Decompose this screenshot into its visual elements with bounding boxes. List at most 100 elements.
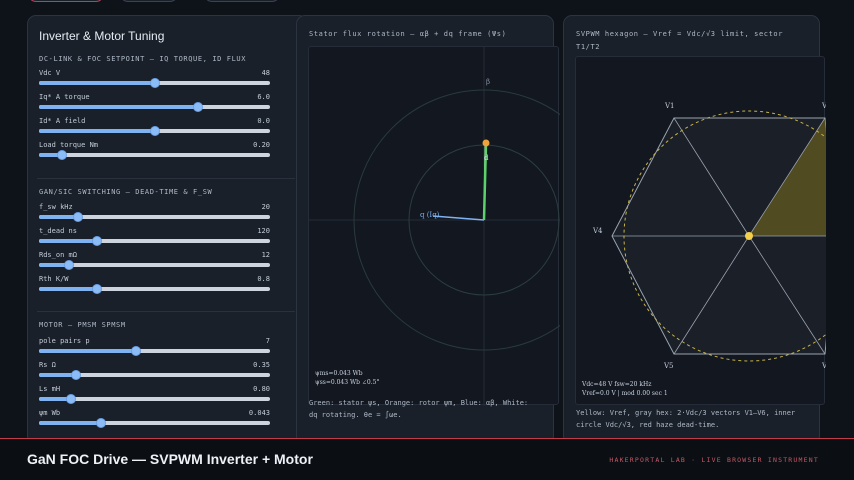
vector-label-v1: V1 — [664, 102, 675, 110]
rotor-flux-tip — [482, 139, 490, 147]
vector-label-v2: V2 — [821, 102, 826, 110]
param-value: 0.0 — [257, 117, 270, 125]
slider-track[interactable] — [39, 260, 270, 270]
param-psi-m[interactable]: ψm Wb 0.043 — [39, 409, 270, 431]
flux-plot-canvas[interactable]: β d q (Iq) ψms=0.043 Wb ψss=0.043 Wb ∠0.… — [308, 46, 560, 406]
slider-thumb[interactable] — [73, 212, 84, 222]
plot-title: Stator flux rotation — αβ + dq frame (Ψs… — [309, 30, 507, 38]
divider — [37, 178, 295, 179]
param-load-torque[interactable]: Load torque Nm 0.20 — [39, 141, 270, 163]
flux-caption: Green: stator ψs, Orange: rotor ψm, Blue… — [309, 399, 529, 419]
slider-thumb[interactable] — [91, 284, 102, 294]
slider-thumb[interactable] — [91, 236, 102, 246]
param-label: pole pairs p — [39, 337, 90, 345]
param-label: Ls mH — [39, 385, 61, 393]
param-rth[interactable]: Rth K/W 0.8 — [39, 275, 270, 297]
param-label: Rth K/W — [39, 275, 69, 283]
vref-marker — [745, 232, 753, 240]
slider-thumb[interactable] — [96, 418, 107, 428]
param-ls[interactable]: Ls mH 0.80 — [39, 385, 270, 407]
flux-readout-line: ψss=0.043 Wb ∠0.5° — [315, 379, 380, 386]
flux-readout: ψms=0.043 Wb ψss=0.043 Wb ∠0.5° — [315, 369, 379, 387]
param-label: f_sw kHz — [39, 203, 73, 211]
svpwm-plot-svg: V1 V2 V4 V5 V6 — [592, 102, 826, 370]
param-value: 12 — [261, 251, 270, 259]
slider-track[interactable] — [39, 150, 270, 160]
panel-title: Inverter & Motor Tuning — [39, 29, 165, 43]
param-value: 48 — [261, 69, 270, 77]
slider-track[interactable] — [39, 284, 270, 294]
flux-plot-svg: β d q (Iq) — [309, 47, 560, 406]
param-label: ψm Wb — [39, 409, 61, 417]
param-value: 20 — [261, 203, 270, 211]
param-value: 0.80 — [253, 385, 270, 393]
param-label: Rds_on mΩ — [39, 251, 77, 259]
slider-thumb[interactable] — [57, 150, 68, 160]
slider-thumb[interactable] — [193, 102, 204, 112]
flux-rotation-panel: Stator flux rotation — αβ + dq frame (Ψs… — [296, 15, 560, 445]
param-value: 0.20 — [253, 141, 270, 149]
slider-thumb[interactable] — [131, 346, 142, 356]
param-label: t_dead ns — [39, 227, 77, 235]
param-value: 7 — [265, 337, 270, 345]
param-value: 0.8 — [257, 275, 270, 283]
param-pole-pairs[interactable]: pole pairs p 7 — [39, 337, 270, 359]
vector-label-v6: V6 — [821, 362, 826, 370]
slider-track[interactable] — [39, 418, 270, 428]
slider-track[interactable] — [39, 346, 270, 356]
beta-label: β — [486, 78, 490, 86]
param-fsw[interactable]: f_sw kHz 20 — [39, 203, 270, 225]
svpwm-readout: Vdc=48 V fsw=20 kHz Vref=0.0 V | mod 0.0… — [582, 380, 668, 398]
param-iq[interactable]: Iq* A torque 6.0 — [39, 93, 270, 115]
divider — [37, 311, 295, 312]
slider-track[interactable] — [39, 212, 270, 222]
section-title-dc-link: DC-link & FOC setpoint — iq torque, id f… — [39, 55, 247, 63]
plot-title: SVPWM hexagon — Vref = Vdc/√3 limit, sec… — [576, 30, 784, 51]
param-label: Load torque Nm — [39, 141, 99, 149]
slider-track[interactable] — [39, 394, 270, 404]
svpwm-panel: SVPWM hexagon — Vref = Vdc/√3 limit, sec… — [563, 15, 826, 445]
param-id[interactable]: Id* A field 0.0 — [39, 117, 270, 139]
footer-title: GaN FOC Drive — SVPWM Inverter + Motor — [27, 451, 313, 467]
top-tab-active[interactable] — [28, 0, 104, 2]
param-label: Iq* A torque — [39, 93, 90, 101]
param-value: 0.043 — [248, 409, 270, 417]
svpwm-readout-line: Vdc=48 V fsw=20 kHz — [582, 381, 652, 388]
slider-track[interactable] — [39, 78, 270, 88]
svpwm-caption: Yellow: Vref, gray hex: 2·Vdc/3 vectors … — [576, 409, 796, 429]
flux-readout-line: ψms=0.043 Wb — [315, 370, 363, 377]
param-label: Id* A field — [39, 117, 86, 125]
slider-track[interactable] — [39, 370, 270, 380]
svpwm-plot-canvas[interactable]: V1 V2 V4 V5 V6 Vdc=48 V fsw=20 kHz Vref=… — [575, 56, 826, 405]
top-tab[interactable] — [120, 0, 178, 2]
q-axis-label: q (Iq) — [420, 211, 440, 219]
param-value: 0.35 — [253, 361, 270, 369]
param-value: 120 — [257, 227, 270, 235]
section-title-switching: GaN/SiC switching — dead-time & f_sw — [39, 188, 213, 196]
param-value: 6.0 — [257, 93, 270, 101]
slider-thumb[interactable] — [149, 126, 160, 136]
svpwm-readout-line: Vref=0.0 V | mod 0.00 sec 1 — [582, 390, 668, 397]
param-tdead[interactable]: t_dead ns 120 — [39, 227, 270, 249]
footer-brand: HAKERPORTAL LAB · LIVE BROWSER INSTRUMEN… — [609, 456, 819, 464]
slider-thumb[interactable] — [70, 370, 81, 380]
alphabeta-vector — [432, 215, 485, 221]
footer-bar: GaN FOC Drive — SVPWM Inverter + Motor H… — [0, 438, 854, 480]
slider-track[interactable] — [39, 102, 270, 112]
vector-label-v5: V5 — [663, 362, 674, 370]
param-rds-on[interactable]: Rds_on mΩ 12 — [39, 251, 270, 273]
param-label: Vdc V — [39, 69, 61, 77]
section-title-motor: Motor — PMSM SPMSM — [39, 321, 126, 329]
vector-label-v4: V4 — [592, 227, 603, 235]
slider-track[interactable] — [39, 236, 270, 246]
slider-track[interactable] — [39, 126, 270, 136]
slider-thumb[interactable] — [64, 260, 75, 270]
slider-thumb[interactable] — [66, 394, 77, 404]
slider-thumb[interactable] — [149, 78, 160, 88]
tuning-panel: Inverter & Motor Tuning DC-link & FOC se… — [27, 15, 308, 445]
param-label: Rs Ω — [39, 361, 56, 369]
d-axis-label: d — [484, 154, 489, 162]
param-vdc[interactable]: Vdc V 48 — [39, 69, 270, 91]
top-tab[interactable] — [204, 0, 280, 2]
param-rs[interactable]: Rs Ω 0.35 — [39, 361, 270, 383]
